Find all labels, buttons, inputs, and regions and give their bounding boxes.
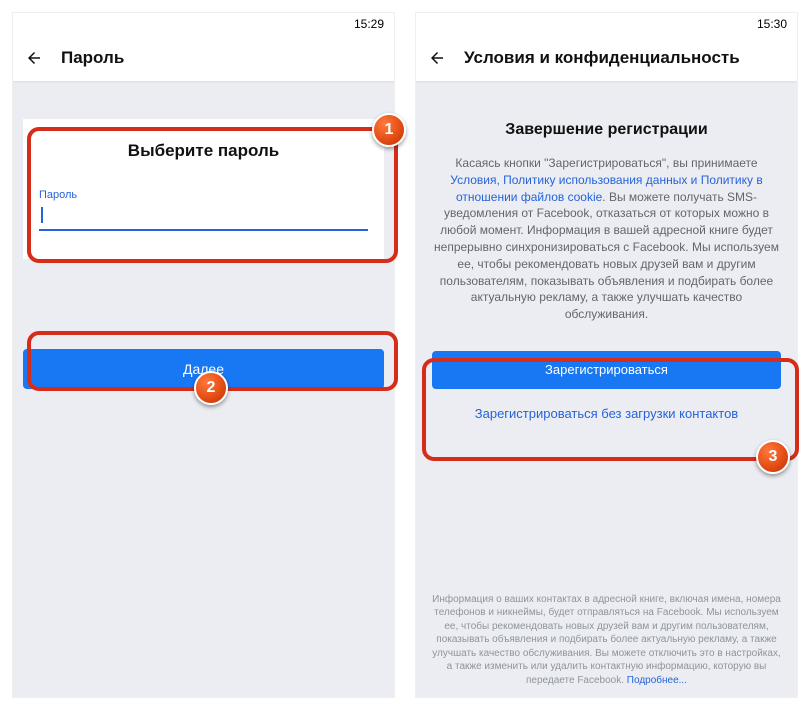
password-field[interactable]: Пароль xyxy=(39,189,368,231)
app-bar: Пароль xyxy=(13,35,394,81)
finish-registration-heading: Завершение регистрации xyxy=(432,121,781,139)
text-caret xyxy=(41,207,43,223)
phone-password-screen: 15:29 Пароль Выберите пароль Пароль Дале… xyxy=(12,12,395,698)
status-bar: 15:30 xyxy=(416,13,797,35)
password-label: Пароль xyxy=(39,189,368,201)
register-without-contacts-link[interactable]: Зарегистрироваться без загрузки контакто… xyxy=(432,399,781,429)
appbar-title: Условия и конфиденциальность xyxy=(464,48,740,68)
app-bar: Условия и конфиденциальность xyxy=(416,35,797,81)
choose-password-heading: Выберите пароль xyxy=(39,141,368,161)
back-icon[interactable] xyxy=(25,49,43,67)
footer-text: Информация о ваших контактах в адресной … xyxy=(432,594,781,686)
contacts-disclaimer: Информация о ваших контактах в адресной … xyxy=(432,593,781,688)
status-time: 15:30 xyxy=(757,17,787,31)
status-bar: 15:29 xyxy=(13,13,394,35)
next-button[interactable]: Далее xyxy=(23,349,384,389)
password-input[interactable] xyxy=(39,203,368,231)
terms-rest: . Вы можете получать SMS-уведомления от … xyxy=(434,190,779,322)
status-time: 15:29 xyxy=(354,17,384,31)
terms-text: Касаясь кнопки "Зарегистрироваться", вы … xyxy=(432,155,781,323)
back-icon[interactable] xyxy=(428,49,446,67)
terms-intro: Касаясь кнопки "Зарегистрироваться", вы … xyxy=(455,156,757,170)
phone-terms-screen: 15:30 Условия и конфиденциальность Завер… xyxy=(415,12,798,698)
register-button[interactable]: Зарегистрироваться xyxy=(432,351,781,389)
more-link[interactable]: Подробнее... xyxy=(627,675,687,686)
appbar-title: Пароль xyxy=(61,48,124,68)
password-card: Выберите пароль Пароль xyxy=(23,119,384,259)
